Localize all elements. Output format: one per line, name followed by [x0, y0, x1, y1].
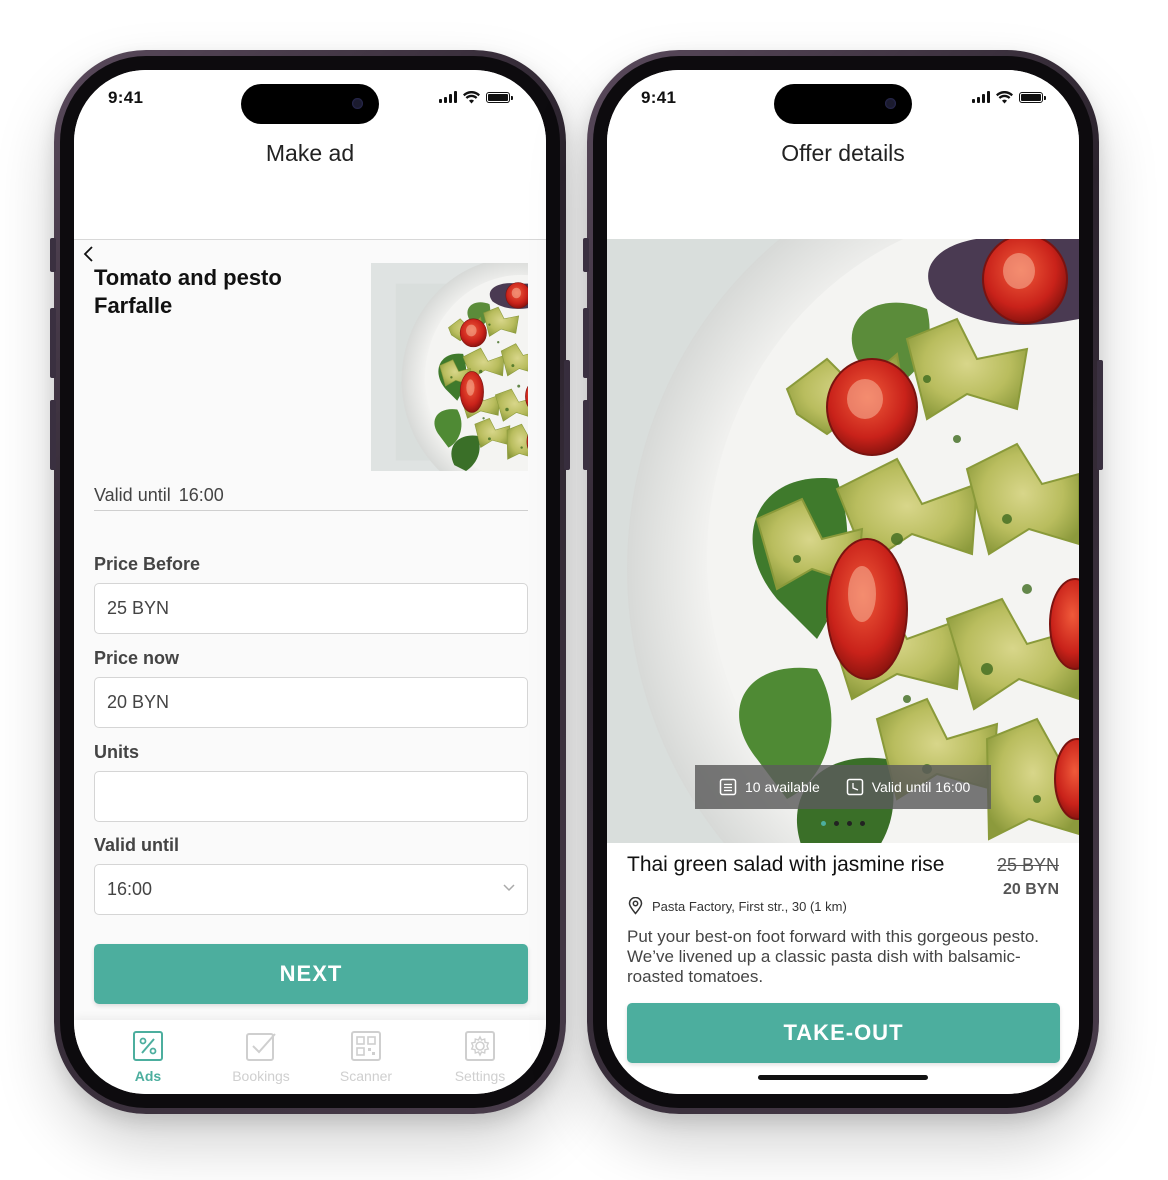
volume-up-button: [50, 308, 56, 378]
power-button: [564, 360, 570, 470]
volume-up-button: [583, 308, 589, 378]
carousel-dot[interactable]: [847, 821, 852, 826]
valid-until-value: 16:00: [178, 485, 224, 505]
offer-title: Thai green salad with jasmine rise: [627, 853, 945, 876]
location-pin-icon: [628, 897, 643, 915]
take-out-button[interactable]: TAKE-OUT: [627, 1003, 1060, 1063]
list-icon: [719, 778, 737, 796]
pasta-image: [607, 239, 1079, 843]
qr-code-icon: [351, 1031, 381, 1061]
battery-icon: [1019, 91, 1046, 103]
available-count: 10 available: [719, 778, 820, 796]
status-time: 9:41: [641, 88, 677, 107]
camera-icon: [885, 98, 896, 109]
valid-until-label: Valid until: [94, 485, 171, 505]
tab-bookings[interactable]: Bookings: [206, 1030, 316, 1084]
valid-until-select-label: Valid until: [94, 835, 180, 855]
address[interactable]: Pasta Factory, First str., 30 (1 km): [627, 897, 847, 915]
action-button: [50, 238, 56, 272]
tab-bookings-label: Bookings: [232, 1068, 290, 1084]
carousel-dots[interactable]: [607, 821, 1079, 826]
price-now-label: Price now: [94, 648, 180, 668]
wifi-icon: [996, 90, 1013, 103]
offer-details-screen: 9:41 Offer details 10 available Valid un…: [607, 70, 1079, 1094]
left-phone-frame: 9:41 Make ad Tomato and pesto Farfalle V…: [50, 50, 570, 1114]
header: 9:41 Offer details: [607, 70, 1079, 239]
camera-icon: [352, 98, 363, 109]
checkbox-icon: [246, 1033, 276, 1061]
carousel-dot[interactable]: [860, 821, 865, 826]
percent-icon: [133, 1031, 163, 1061]
valid-until-badge: Valid until 16:00: [846, 778, 971, 796]
units-label: Units: [94, 742, 139, 762]
tab-settings-label: Settings: [454, 1068, 506, 1084]
price-before-input[interactable]: 25 BYN: [94, 583, 528, 634]
address-text: Pasta Factory, First str., 30 (1 km): [652, 898, 847, 914]
dynamic-island: [774, 84, 912, 124]
clock-icon: [846, 778, 863, 796]
tab-scanner[interactable]: Scanner: [311, 1030, 421, 1084]
price-before-label: Price Before: [94, 554, 201, 574]
status-icons: [439, 90, 513, 104]
gear-icon: [465, 1031, 495, 1061]
dynamic-island: [241, 84, 379, 124]
next-button[interactable]: NEXT: [94, 944, 528, 1004]
tab-scanner-label: Scanner: [339, 1068, 393, 1084]
price-before-value: 25 BYN: [107, 598, 170, 618]
signal-icon: [439, 91, 457, 103]
action-button: [583, 238, 589, 272]
battery-icon: [486, 91, 513, 103]
page-title: Make ad: [265, 140, 355, 166]
carousel-dot[interactable]: [821, 821, 826, 826]
new-price: 20 BYN: [1002, 881, 1059, 898]
home-indicator[interactable]: [758, 1075, 928, 1080]
status-bar: 9:41: [607, 70, 1079, 130]
status-bar: 9:41: [74, 70, 546, 130]
valid-until-select[interactable]: 16:00: [94, 864, 528, 915]
offer-info: Thai green salad with jasmine rise 25 BY…: [607, 843, 1079, 1094]
pasta-image: [395, 263, 528, 471]
dish-title: Tomato and pesto Farfalle: [94, 265, 282, 318]
chevron-down-icon: [503, 884, 515, 892]
right-phone-frame: 9:41 Offer details 10 available Valid un…: [583, 50, 1103, 1114]
header: 9:41 Make ad: [74, 70, 546, 240]
back-chevron-icon[interactable]: [82, 244, 96, 264]
offer-description: Put your best-on foot forward with this …: [627, 927, 1040, 986]
tab-settings[interactable]: Settings: [425, 1030, 535, 1084]
valid-until-summary: Valid until 16:00: [94, 485, 528, 511]
valid-until-select-value: 16:00: [107, 879, 153, 899]
volume-down-button: [50, 400, 56, 470]
make-ad-form: Tomato and pesto Farfalle Valid until 16:…: [74, 240, 546, 1020]
volume-down-button: [583, 400, 589, 470]
price-now-value: 20 BYN: [107, 692, 170, 712]
available-label: 10 available: [745, 779, 820, 795]
power-button: [1097, 360, 1103, 470]
tab-ads-label: Ads: [134, 1068, 162, 1084]
old-price: 25 BYN: [996, 855, 1059, 875]
offer-photo-carousel[interactable]: 10 available Valid until 16:00: [607, 239, 1079, 843]
status-time: 9:41: [108, 88, 144, 107]
wifi-icon: [463, 90, 480, 103]
valid-label: Valid until 16:00: [871, 779, 971, 795]
units-input[interactable]: [94, 771, 528, 822]
page-title: Offer details: [781, 140, 905, 166]
signal-icon: [972, 91, 990, 103]
price-now-input[interactable]: 20 BYN: [94, 677, 528, 728]
carousel-dot[interactable]: [834, 821, 839, 826]
status-icons: [972, 90, 1046, 104]
availability-badge: 10 available Valid until 16:00: [695, 765, 991, 809]
tab-bar: Ads Bookings Scanner Settings: [74, 1020, 546, 1094]
make-ad-screen: 9:41 Make ad Tomato and pesto Farfalle V…: [74, 70, 546, 1094]
dish-photo[interactable]: [371, 263, 528, 471]
tab-ads[interactable]: Ads: [93, 1030, 203, 1084]
